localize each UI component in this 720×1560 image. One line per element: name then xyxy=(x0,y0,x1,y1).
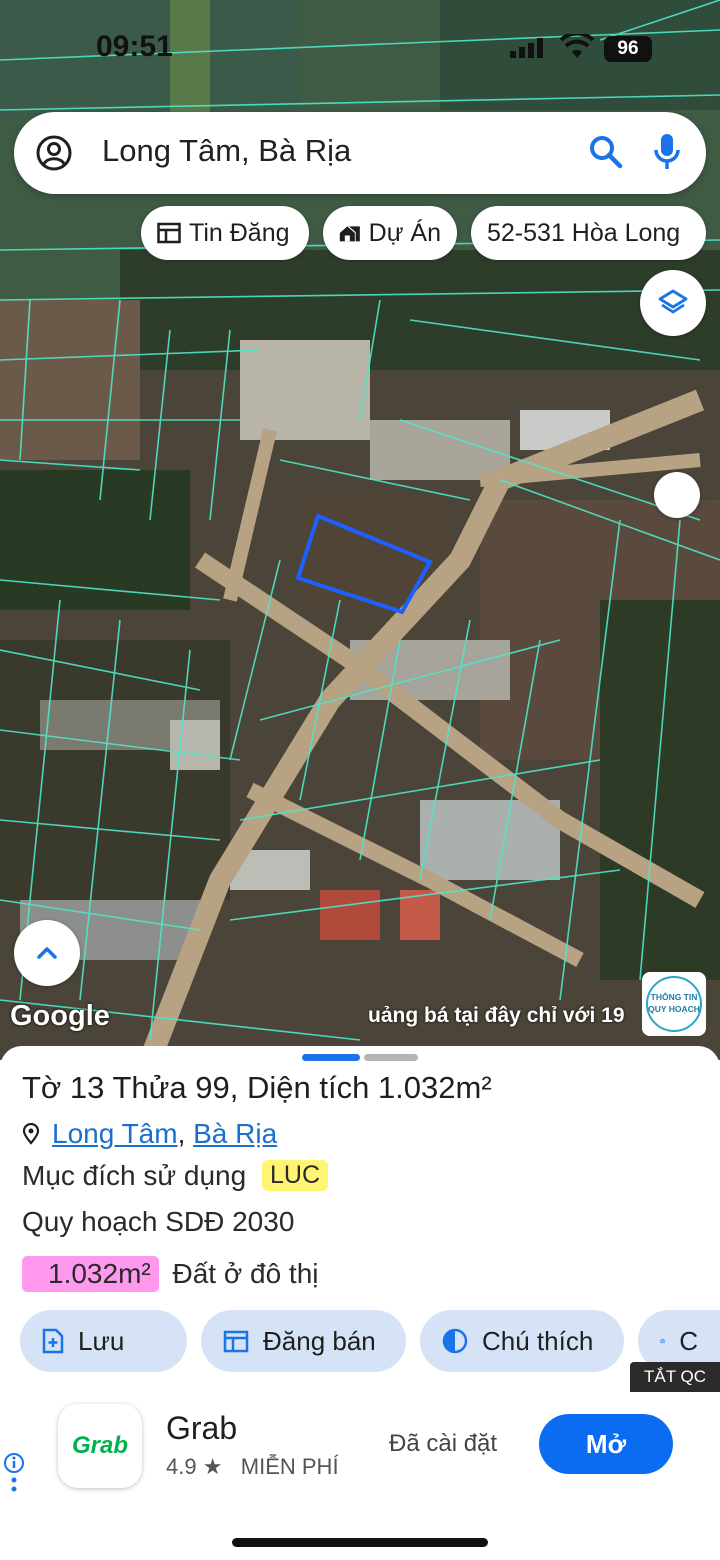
google-attribution: Google xyxy=(10,1000,110,1032)
battery-indicator: 96 xyxy=(604,36,652,62)
search-bar[interactable]: Long Tâm, Bà Rịa xyxy=(14,112,706,194)
parcel-title: Tờ 13 Thửa 99, Diện tích 1.032m² xyxy=(22,1070,492,1105)
search-icon[interactable] xyxy=(588,134,624,170)
quy-hoach-logo[interactable]: THÔNG TIN QUY HOẠCH xyxy=(642,972,706,1036)
app-rating: 4.9 ★ xyxy=(166,1454,223,1479)
chip-du-an[interactable]: Dự Án xyxy=(323,206,457,260)
app-meta: 4.9 ★ MIỄN PHÍ xyxy=(166,1454,339,1480)
ad-info-icon[interactable] xyxy=(3,1452,25,1498)
plan-label: Quy hoạch SDĐ 2030 xyxy=(22,1206,295,1237)
sheet-page-indicator[interactable] xyxy=(364,1054,418,1061)
area-value: 1.032m² xyxy=(377,1070,492,1105)
chip-hoa-long[interactable]: 52-531 Hòa Long xyxy=(471,206,706,260)
save-label: Lưu xyxy=(78,1325,125,1356)
chip-tin-dang[interactable]: Tin Đăng xyxy=(141,206,309,260)
area-label: Diện tích xyxy=(246,1070,370,1105)
legend-button[interactable]: Chú thích xyxy=(420,1310,624,1372)
contrast-icon xyxy=(442,1328,468,1354)
clock: 09:51 xyxy=(96,30,173,63)
installed-status: Đã cài đặt xyxy=(389,1430,498,1457)
expand-up-button[interactable] xyxy=(14,920,80,986)
parcel-number: 99 xyxy=(195,1070,230,1105)
usage-label: Mục đích sử dụng xyxy=(22,1160,247,1191)
opacity-slider-handle[interactable] xyxy=(654,472,700,518)
home-indicator[interactable] xyxy=(232,1538,488,1547)
location-separator: , xyxy=(177,1118,186,1149)
camera-icon xyxy=(660,1338,666,1344)
plan-area-badge: 1.032m² xyxy=(22,1256,159,1292)
open-app-button[interactable]: Mở xyxy=(539,1414,673,1474)
usage-code-badge: LUC xyxy=(261,1160,328,1191)
plan-type: Đất ở đô thị xyxy=(172,1258,319,1289)
legend-label: Chú thích xyxy=(482,1325,594,1356)
app-price: MIỄN PHÍ xyxy=(240,1454,339,1479)
app-name: Grab xyxy=(166,1410,238,1446)
status-bar: 09:51 96 xyxy=(0,0,720,100)
layers-icon xyxy=(658,289,688,314)
location-link-city[interactable]: Bà Rịa xyxy=(193,1118,277,1149)
sheet-label: Tờ xyxy=(22,1070,62,1105)
microphone-icon[interactable] xyxy=(654,132,680,172)
post-sale-button[interactable]: Đăng bán xyxy=(201,1310,406,1372)
house-icon xyxy=(339,226,360,242)
cellular-signal-icon xyxy=(510,38,543,58)
location-link-ward[interactable]: Long Tâm xyxy=(52,1118,178,1149)
post-icon xyxy=(223,1330,249,1353)
listing-icon xyxy=(157,222,181,244)
sheet-number: 13 xyxy=(69,1070,105,1105)
app-ad-banner[interactable]: Grab Grab 4.9 ★ MIỄN PHÍ Đã cài đặt Mở xyxy=(0,1392,720,1560)
chip-label: Dự Án xyxy=(368,218,441,247)
grab-app-logo[interactable]: Grab xyxy=(58,1404,142,1488)
parcel-label: Thửa xyxy=(112,1070,187,1105)
sheet-page-indicator-active[interactable] xyxy=(302,1054,360,1061)
post-sale-label: Đăng bán xyxy=(263,1325,376,1356)
account-icon[interactable] xyxy=(36,135,72,171)
location-row: Long Tâm, Bà Rịa xyxy=(22,1118,277,1150)
camera-label: C xyxy=(679,1325,698,1356)
chip-label: Tin Đăng xyxy=(189,218,290,247)
chevron-up-icon xyxy=(37,947,57,959)
location-pin-icon xyxy=(22,1123,40,1145)
close-ad-button[interactable]: TẮT QC xyxy=(630,1362,720,1392)
search-query[interactable]: Long Tâm, Bà Rịa xyxy=(102,133,351,169)
parcel-info-sheet: Tờ 13 Thửa 99, Diện tích 1.032m² Long Tâ… xyxy=(0,1046,720,1396)
save-button[interactable]: Lưu xyxy=(20,1310,187,1372)
layers-button[interactable] xyxy=(640,270,706,336)
add-file-icon xyxy=(42,1328,64,1354)
plan-row: 1.032m² Đất ở đô thị xyxy=(22,1256,319,1292)
chip-label: 52-531 Hòa Long xyxy=(487,218,681,247)
usage-row: Mục đích sử dụng LUC xyxy=(22,1160,328,1192)
logo-text: THÔNG TIN QUY HOẠCH xyxy=(646,976,702,1032)
wifi-icon xyxy=(560,34,594,58)
